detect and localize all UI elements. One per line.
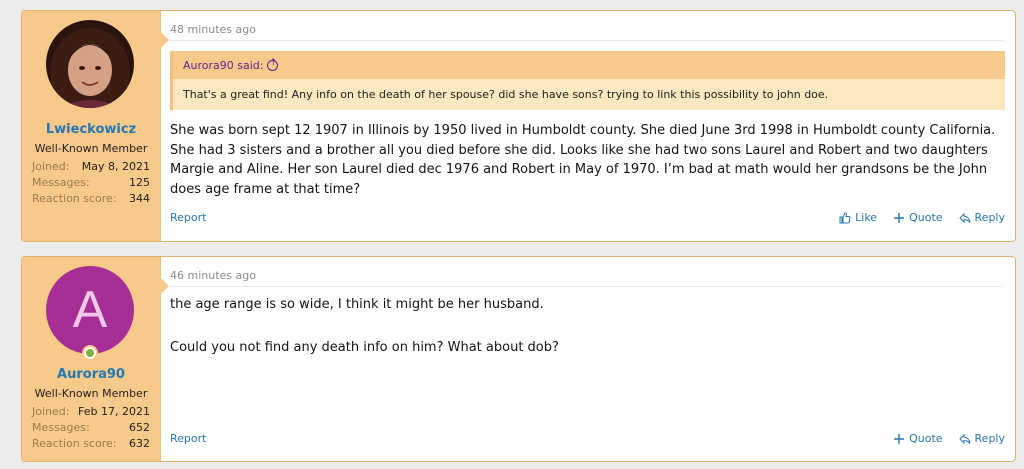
stat-value: 344 xyxy=(129,192,150,205)
quote-attribution[interactable]: Aurora90 said: xyxy=(183,58,279,72)
user-title: Well-Known Member xyxy=(34,387,148,400)
stat-joined: Joined: May 8, 2021 xyxy=(32,160,150,176)
post-footer: Report Quote Reply xyxy=(170,432,1005,448)
divider xyxy=(170,286,1005,287)
post-timestamp[interactable]: 46 minutes ago xyxy=(170,269,256,282)
stat-key: Joined: xyxy=(32,160,70,173)
reply-label: Reply xyxy=(974,211,1005,224)
quote-text: That's a great find! Any info on the dea… xyxy=(183,88,829,101)
stat-key: Joined: xyxy=(32,405,70,418)
stat-key: Messages: xyxy=(32,176,90,189)
plus-icon xyxy=(893,212,905,224)
online-status-icon xyxy=(82,345,98,361)
post-actions: Like Quote Reply xyxy=(839,211,1005,224)
quote-header: Aurora90 said: xyxy=(173,51,1005,79)
quote-button[interactable]: Quote xyxy=(893,211,943,224)
avatar[interactable] xyxy=(46,20,134,108)
stat-key: Messages: xyxy=(32,421,90,434)
user-cell: Lwieckowicz Well-Known Member Joined: Ma… xyxy=(22,11,169,241)
quote-label: Quote xyxy=(909,211,943,224)
stat-value[interactable]: 652 xyxy=(129,421,150,434)
plus-icon xyxy=(893,433,905,445)
post-footer: Report Like Quote Reply xyxy=(170,211,1005,227)
post-body: She was born sept 12 1907 in Illinois by… xyxy=(170,123,996,197)
avatar[interactable]: A xyxy=(46,266,134,354)
stat-value[interactable]: 125 xyxy=(129,176,150,189)
user-cell: A Aurora90 Well-Known Member Joined: Feb… xyxy=(22,257,169,461)
username[interactable]: Lwieckowicz xyxy=(22,122,160,137)
reply-icon xyxy=(958,433,971,445)
like-label: Like xyxy=(855,211,878,224)
post-timestamp[interactable]: 48 minutes ago xyxy=(170,23,256,36)
post-1: Lwieckowicz Well-Known Member Joined: Ma… xyxy=(21,10,1016,242)
quote-attribution-label[interactable]: Aurora90 said: xyxy=(183,59,263,72)
stat-key: Reaction score: xyxy=(32,192,117,205)
reply-label: Reply xyxy=(974,432,1005,445)
stat-joined: Joined: Feb 17, 2021 xyxy=(32,405,150,421)
user-cell-arrow xyxy=(160,31,169,49)
reply-button[interactable]: Reply xyxy=(958,432,1005,445)
post-main: 46 minutes ago the age range is so wide,… xyxy=(170,257,1005,461)
stat-messages: Messages: 652 xyxy=(32,421,150,437)
quote-block: Aurora90 said: That's a great find! Any … xyxy=(170,51,1005,110)
stat-reaction-score: Reaction score: 344 xyxy=(32,192,150,208)
user-title: Well-Known Member xyxy=(34,142,148,155)
reply-button[interactable]: Reply xyxy=(958,211,1005,224)
stat-value: Feb 17, 2021 xyxy=(78,405,150,418)
post-actions: Quote Reply xyxy=(893,432,1005,445)
post-body-line: Could you not find any death info on him… xyxy=(170,340,559,355)
post-body-line: the age range is so wide, I think it mig… xyxy=(170,297,544,312)
report-link[interactable]: Report xyxy=(170,211,206,224)
divider xyxy=(170,40,1005,41)
stat-reaction-score: Reaction score: 632 xyxy=(32,437,150,453)
quote-label: Quote xyxy=(909,432,943,445)
post-main: 48 minutes ago Aurora90 said: That's a g… xyxy=(170,11,1005,241)
post-2: A Aurora90 Well-Known Member Joined: Feb… xyxy=(21,256,1016,462)
user-cell-arrow xyxy=(160,277,169,295)
stat-key: Reaction score: xyxy=(32,437,117,450)
stat-value: 632 xyxy=(129,437,150,450)
thumbs-up-icon xyxy=(839,211,851,224)
reply-icon xyxy=(958,212,971,224)
stat-value: May 8, 2021 xyxy=(81,160,150,173)
stat-messages: Messages: 125 xyxy=(32,176,150,192)
quote-button[interactable]: Quote xyxy=(893,432,943,445)
like-button[interactable]: Like xyxy=(839,211,877,224)
username[interactable]: Aurora90 xyxy=(22,367,160,382)
go-to-quote-icon[interactable] xyxy=(267,58,279,71)
report-link[interactable]: Report xyxy=(170,432,206,445)
